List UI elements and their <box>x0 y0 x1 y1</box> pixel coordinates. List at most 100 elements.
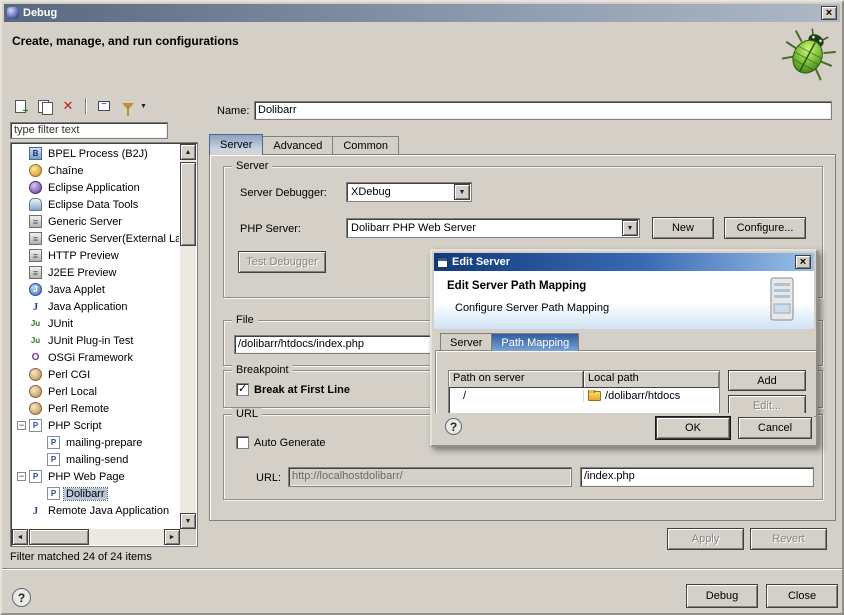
tree-item-remote-java-application[interactable]: Remote Java Application <box>13 502 179 519</box>
tree-item-cha-ne[interactable]: Chaîne <box>13 162 179 179</box>
tree-item-label: BPEL Process (B2J) <box>46 148 150 160</box>
tree-item-generic-server[interactable]: Generic Server <box>13 213 179 230</box>
url-path-input[interactable]: /index.php <box>580 467 814 487</box>
test-debugger-button[interactable]: Test Debugger <box>238 251 326 273</box>
php-file-icon <box>47 487 60 500</box>
close-icon[interactable]: × <box>821 6 837 20</box>
auto-generate-checkbox[interactable] <box>236 436 249 449</box>
tree-item-label: Dolibarr <box>64 488 107 500</box>
window-titlebar[interactable]: Debug × <box>4 4 840 22</box>
tree-horizontal-scrollbar[interactable]: ◄ ► <box>12 529 180 545</box>
tree-item-http-preview[interactable]: HTTP Preview <box>13 247 179 264</box>
perl-icon <box>29 385 42 398</box>
tree-item-perl-remote[interactable]: Perl Remote <box>13 400 179 417</box>
configure-server-button[interactable]: Configure... <box>724 217 806 239</box>
php-script-icon <box>29 419 42 432</box>
tree-item-eclipse-data-tools[interactable]: Eclipse Data Tools <box>13 196 179 213</box>
close-button[interactable]: Close <box>766 584 838 608</box>
edit-server-dialog: Edit Server × Edit Server Path Mapping C… <box>430 249 818 447</box>
tree-item-osgi-framework[interactable]: OSGi Framework <box>13 349 179 366</box>
filter-menu-chevron-icon[interactable]: ▼ <box>140 103 147 110</box>
tab-common[interactable]: Common <box>332 136 399 155</box>
scroll-left-icon[interactable]: ◄ <box>12 529 28 545</box>
tree-item-label: HTTP Preview <box>46 250 121 262</box>
path-mapping-row[interactable]: //dolibarr/htdocs <box>449 388 719 403</box>
dialog-close-icon[interactable]: × <box>795 255 811 269</box>
collapse-toggle-icon[interactable]: − <box>17 472 26 481</box>
scroll-up-icon[interactable]: ▲ <box>180 144 196 160</box>
filter-input[interactable]: type filter text <box>10 122 168 139</box>
url-base-input[interactable]: http://localhostdolibarr/ <box>288 467 572 487</box>
add-mapping-button[interactable]: Add <box>728 370 806 391</box>
dialog-subheading: Configure Server Path Mapping <box>455 302 609 314</box>
tree-item-label: PHP Script <box>46 420 104 432</box>
filter-button[interactable] <box>118 96 138 116</box>
tree-item-junit-plug-in-test[interactable]: JUnit Plug-in Test <box>13 332 179 349</box>
scroll-down-icon[interactable]: ▼ <box>180 513 196 529</box>
delete-configuration-button[interactable]: ✕ <box>58 96 78 116</box>
generic-server-icon <box>29 215 42 228</box>
duplicate-configuration-button[interactable] <box>34 96 54 116</box>
url-label: URL: <box>256 472 281 484</box>
tree-item-label: Eclipse Application <box>46 182 142 194</box>
dialog-tab-server[interactable]: Server <box>440 333 492 351</box>
scroll-right-icon[interactable]: ► <box>164 529 180 545</box>
tree-item-label: Java Applet <box>46 284 107 296</box>
tree-item-mailing-send[interactable]: mailing-send <box>13 451 179 468</box>
folder-icon <box>588 391 601 401</box>
page-title: Create, manage, and run configurations <box>12 34 239 48</box>
tree-item-label: Generic Server <box>46 216 124 228</box>
php-server-select[interactable]: Dolibarr PHP Web Server ▼ <box>346 218 640 238</box>
help-button[interactable]: ? <box>12 588 31 607</box>
dialog-titlebar[interactable]: Edit Server × <box>434 253 814 271</box>
column-header-path-on-server[interactable]: Path on server <box>449 371 584 388</box>
debug-button[interactable]: Debug <box>686 584 758 608</box>
horizontal-scroll-thumb[interactable] <box>29 529 89 545</box>
footer-separator <box>2 568 844 570</box>
tree-item-junit[interactable]: JUnit <box>13 315 179 332</box>
tree-item-perl-local[interactable]: Perl Local <box>13 383 179 400</box>
dialog-help-button[interactable]: ? <box>445 418 462 435</box>
tree-item-php-script[interactable]: − PHP Script <box>13 417 179 434</box>
tree-item-dolibarr[interactable]: Dolibarr <box>13 485 179 502</box>
new-server-button[interactable]: New <box>652 217 714 239</box>
tree-item-label: mailing-prepare <box>64 437 144 449</box>
server-group-title: Server <box>232 160 272 172</box>
dialog-tabs: Server Path Mapping <box>440 332 578 351</box>
break-at-first-line-checkbox[interactable] <box>236 383 249 396</box>
tree-item-php-web-page[interactable]: −PHP Web Page <box>13 468 179 485</box>
tree-item-bpel-process-b2j[interactable]: BPEL Process (B2J) <box>13 145 179 162</box>
junit-plugin-icon <box>29 334 42 347</box>
server-debugger-select[interactable]: XDebug ▼ <box>346 182 472 202</box>
chevron-down-icon[interactable]: ▼ <box>454 184 470 200</box>
revert-button[interactable]: Revert <box>750 528 827 550</box>
url-group-title: URL <box>232 408 262 420</box>
tree-item-label: JUnit <box>46 318 75 330</box>
tree-item-label: mailing-send <box>64 454 130 466</box>
tree-item-mailing-prepare[interactable]: mailing-prepare <box>13 434 179 451</box>
ok-button[interactable]: OK <box>656 417 730 439</box>
collapse-toggle-icon[interactable]: − <box>17 421 26 430</box>
break-at-first-line-label: Break at First Line <box>254 384 350 396</box>
tree-item-generic-server-external-la[interactable]: Generic Server(External La <box>13 230 179 247</box>
chevron-down-icon[interactable]: ▼ <box>622 220 638 236</box>
apply-button[interactable]: Apply <box>667 528 744 550</box>
dialog-window-icon <box>437 257 448 268</box>
tree-item-java-application[interactable]: Java Application <box>13 298 179 315</box>
dialog-heading: Edit Server Path Mapping <box>447 280 586 292</box>
tree-vertical-scrollbar[interactable]: ▲ ▼ <box>180 144 196 529</box>
tree-item-eclipse-application[interactable]: Eclipse Application <box>13 179 179 196</box>
tree-item-j2ee-preview[interactable]: J2EE Preview <box>13 264 179 281</box>
tab-server[interactable]: Server <box>209 134 263 155</box>
tab-advanced[interactable]: Advanced <box>262 136 333 155</box>
tree-item-perl-cgi[interactable]: Perl CGI <box>13 366 179 383</box>
tree-item-java-applet[interactable]: Java Applet <box>13 281 179 298</box>
vertical-scroll-thumb[interactable] <box>180 162 196 246</box>
collapse-all-button[interactable] <box>94 96 114 116</box>
cancel-button[interactable]: Cancel <box>738 417 812 439</box>
dialog-tab-path-mapping[interactable]: Path Mapping <box>491 333 579 351</box>
column-header-local-path[interactable]: Local path <box>584 371 719 388</box>
name-input[interactable]: Dolibarr <box>254 101 832 120</box>
junit-icon <box>29 317 42 330</box>
new-configuration-button[interactable] <box>10 96 30 116</box>
